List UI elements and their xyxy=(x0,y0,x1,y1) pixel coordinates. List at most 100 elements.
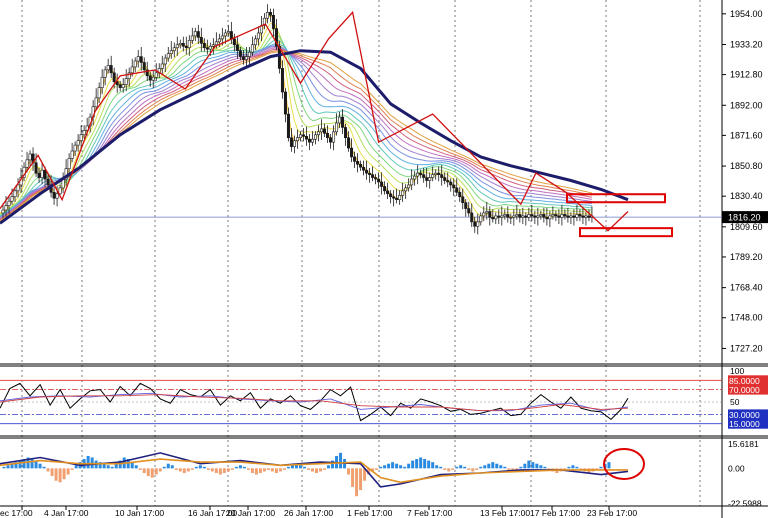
histogram-bar xyxy=(258,468,262,473)
candle-body xyxy=(307,138,311,143)
candle-body xyxy=(52,192,56,199)
histogram-bar xyxy=(415,459,419,469)
histogram-bar xyxy=(387,463,391,469)
candle-body xyxy=(443,177,447,181)
candle-body xyxy=(283,91,287,115)
candle-body xyxy=(527,214,531,218)
histogram-bar xyxy=(246,468,250,470)
histogram-bar xyxy=(50,468,54,477)
price-tick-label: 1892.00 xyxy=(730,100,763,110)
histogram-bar xyxy=(194,466,198,469)
time-tick-label: 26 Jan 17:00 xyxy=(284,508,333,518)
candle-body xyxy=(172,47,176,51)
candle-body xyxy=(268,12,272,16)
histogram-bar xyxy=(423,459,427,469)
candle-body xyxy=(410,178,414,186)
candle-body xyxy=(401,190,405,196)
candle-body xyxy=(244,56,248,60)
candle-body xyxy=(34,162,38,174)
candle-body xyxy=(241,56,245,60)
candle-body xyxy=(163,57,167,65)
histogram-bar xyxy=(467,468,471,470)
candle-body xyxy=(223,32,227,37)
candle-body xyxy=(575,214,579,218)
oscillator-tick-label: 70.0000 xyxy=(729,385,760,395)
candle-body xyxy=(181,43,185,47)
candle-body xyxy=(542,214,546,218)
histogram-bar xyxy=(571,465,575,469)
candle-body xyxy=(130,66,134,74)
histogram-bar xyxy=(158,468,162,472)
histogram-bar xyxy=(447,468,451,472)
histogram-bar xyxy=(234,466,238,469)
histogram-bar xyxy=(355,468,359,497)
price-pane-bg xyxy=(0,0,768,364)
candle-body xyxy=(232,38,236,46)
histogram-bar xyxy=(134,465,138,469)
candle-body xyxy=(148,75,152,81)
histogram-bar xyxy=(567,466,571,469)
candle-body xyxy=(356,161,360,165)
candle-body xyxy=(43,169,47,180)
candle-body xyxy=(515,214,519,217)
candle-body xyxy=(395,197,399,201)
candle-body xyxy=(169,50,173,54)
candle-body xyxy=(103,69,107,78)
candle-body xyxy=(187,40,191,49)
histogram-bar xyxy=(66,468,70,475)
histogram-bar xyxy=(443,468,447,470)
candle-body xyxy=(548,215,552,220)
candle-body xyxy=(55,193,59,199)
candle-body xyxy=(16,184,20,192)
histogram-bar xyxy=(527,460,531,469)
histogram-bar xyxy=(379,466,383,469)
histogram-bar xyxy=(435,465,439,469)
candle-body xyxy=(142,62,146,71)
histogram-bar xyxy=(439,466,443,469)
candle-body xyxy=(202,43,206,49)
candle-body xyxy=(97,87,101,99)
candle-body xyxy=(347,137,351,149)
histogram-bar xyxy=(218,468,222,475)
histogram-bar xyxy=(182,468,186,473)
candle-body xyxy=(380,181,384,187)
histogram-bar xyxy=(391,462,395,469)
histogram-bar xyxy=(142,468,146,473)
candle-body xyxy=(73,144,77,152)
candle-body xyxy=(121,84,125,88)
candle-body xyxy=(362,166,366,171)
candle-body xyxy=(109,65,113,74)
histogram-bar xyxy=(302,466,306,469)
candle-body xyxy=(467,208,471,214)
histogram-bar xyxy=(495,463,499,469)
histogram-bar xyxy=(110,466,114,469)
histogram-bar xyxy=(347,468,351,475)
candle-body xyxy=(407,184,411,189)
candle-body xyxy=(485,211,489,214)
candle-body xyxy=(404,187,408,192)
candle-body xyxy=(79,134,83,141)
candle-body xyxy=(136,56,140,62)
histogram-bar xyxy=(282,468,286,470)
histogram-bar xyxy=(38,463,42,469)
candle-body xyxy=(557,215,561,218)
candle-body xyxy=(253,38,257,46)
histogram-bar xyxy=(575,466,579,469)
candle-body xyxy=(473,221,477,227)
histogram-bar xyxy=(266,468,270,470)
histogram-bar xyxy=(607,462,611,469)
candle-body xyxy=(389,193,393,198)
candle-body xyxy=(581,215,585,218)
candle-body xyxy=(524,215,528,218)
histogram-bar xyxy=(599,466,603,469)
candle-body xyxy=(1,209,5,214)
candle-body xyxy=(100,76,104,88)
histogram-bar xyxy=(206,468,210,470)
candle-body xyxy=(317,131,321,136)
candle-body xyxy=(304,135,308,140)
candle-body xyxy=(446,180,450,183)
candle-body xyxy=(506,214,510,218)
price-pane: 1954.00 1933.20 1912.80 1892.00 1871.60 1850.… xyxy=(0,0,768,518)
candle-body xyxy=(151,76,155,81)
histogram-bar xyxy=(162,466,166,469)
